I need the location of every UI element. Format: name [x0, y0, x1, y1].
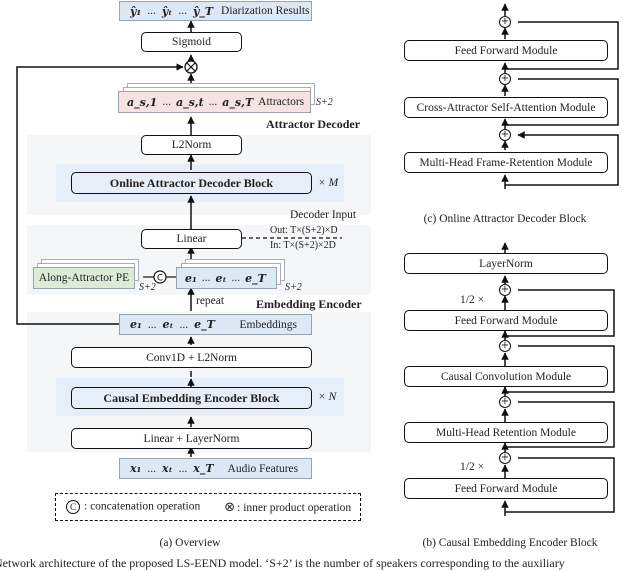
- ellipsis: ...: [147, 462, 157, 475]
- ellipsis: ...: [179, 318, 189, 331]
- encoder-block-label: Causal Embedding Encoder Block: [103, 390, 280, 405]
- concat-legend-label: : concatenation operation: [84, 500, 201, 513]
- half-scale-label-bottom: 1/2 ×: [460, 461, 485, 473]
- add-icon: +: [499, 340, 511, 352]
- decoder-block-caption: (c) Online Attractor Decoder Block: [423, 213, 587, 225]
- output-token-first: ŷ₁: [130, 4, 142, 18]
- attractor-token-first: a_s,1: [127, 95, 158, 109]
- l2norm-label: L2Norm: [171, 139, 212, 151]
- module-label: Multi-Head Retention Module: [436, 426, 576, 439]
- causal-convolution-module: Causal Convolution Module: [404, 366, 608, 387]
- inner-legend-label: : inner product operation: [237, 501, 352, 514]
- multi-head-retention-module: Multi-Head Retention Module: [404, 422, 608, 443]
- cross-attractor-self-attention-module: Cross-Attractor Self-Attention Module: [404, 97, 608, 118]
- add-icon: +: [499, 73, 511, 85]
- conv1d-l2norm-box: Conv1D + L2Norm: [71, 347, 312, 368]
- legend-concat: C : concatenation operation: [66, 500, 200, 514]
- audio-features-row: x₁ ... xₜ ... x_T Audio Features: [119, 458, 312, 479]
- attractor-token-last: a_s,T: [222, 95, 254, 109]
- embedding-token-t: eₜ: [215, 271, 227, 285]
- multi-head-frame-retention-module: Multi-Head Frame-Retention Module: [404, 152, 608, 173]
- embedding-token-first: e₁: [185, 271, 197, 285]
- attractors-stack-label: S+2: [316, 97, 333, 108]
- attractor-token-t: a_s,t: [175, 95, 204, 109]
- linear-in-shape: In: T×(S+2)×2D: [270, 240, 336, 251]
- linear-out-shape: Out: T×(S+2)×D: [270, 225, 338, 236]
- sigmoid-box: Sigmoid: [141, 32, 242, 52]
- repeated-embeddings-row: e₁ ... eₜ ... e_T: [176, 267, 277, 289]
- overview-caption: (a) Overview: [159, 537, 221, 549]
- operation-legend: C : concatenation operation ⊗: inner prod…: [55, 493, 361, 521]
- embedding-token-t: eₜ: [162, 318, 174, 331]
- conv-label: Conv1D + L2Norm: [146, 351, 237, 364]
- module-label: LayerNorm: [479, 257, 533, 270]
- ellipsis: ...: [147, 5, 156, 17]
- repeated-embeddings-stack-label: S+2: [285, 282, 302, 293]
- sigmoid-label: Sigmoid: [172, 36, 211, 48]
- audio-token-t: xₜ: [162, 462, 173, 475]
- module-label: Feed Forward Module: [454, 44, 558, 57]
- ellipsis: ...: [147, 318, 157, 331]
- attractors-row: a_s,1 ... a_s,t ... a_s,T Attractors: [118, 91, 311, 113]
- embedding-token-last: e_T: [194, 318, 215, 331]
- repeat-label: repeat: [196, 295, 225, 307]
- encoder-repeat-label: × N: [318, 391, 337, 403]
- decoder-block-label: Online Attractor Decoder Block: [109, 175, 274, 190]
- ellipsis: ...: [178, 5, 187, 17]
- ellipsis: ...: [208, 96, 218, 108]
- add-icon: +: [499, 284, 511, 296]
- pe-stack-label: S+2: [139, 282, 156, 293]
- audio-token-last: x_T: [193, 462, 214, 475]
- embeddings-label: Embeddings: [239, 318, 298, 331]
- decoder-input-title: Decoder Input: [290, 209, 357, 221]
- module-label: Multi-Head Frame-Retention Module: [419, 156, 593, 169]
- embeddings-row: e₁ ... eₜ ... e_T Embeddings: [119, 314, 312, 335]
- attractor-decoder-title: Attractor Decoder: [266, 117, 361, 131]
- module-label: Cross-Attractor Self-Attention Module: [416, 101, 596, 114]
- add-icon: +: [499, 16, 511, 28]
- embedding-token-last: e_T: [245, 271, 266, 285]
- diarization-results-label: Diarization Results: [221, 5, 310, 17]
- encoder-block-caption: (b) Causal Embedding Encoder Block: [422, 537, 598, 549]
- diarization-results-row: ŷ₁ ... ŷₜ ... ŷ_T Diarization Results: [119, 1, 312, 21]
- module-label: Feed Forward Module: [454, 314, 558, 327]
- linear-label: Linear: [176, 233, 207, 245]
- output-token-t: ŷₜ: [161, 4, 173, 18]
- output-token-last: ŷ_T: [192, 4, 214, 18]
- ellipsis: ...: [162, 96, 171, 108]
- attractors-label: Attractors: [258, 96, 305, 108]
- concat-icon: C: [66, 500, 80, 514]
- ellipsis: ...: [201, 272, 211, 284]
- inner-product-icon: ⊗: [224, 499, 236, 515]
- encoder-feed-forward-module-bottom: Feed Forward Module: [404, 478, 608, 499]
- linear-box: Linear: [141, 229, 242, 249]
- layernorm-module: LayerNorm: [404, 253, 608, 274]
- along-attractor-pe: Along-Attractor PE: [33, 267, 135, 289]
- ellipsis: ...: [231, 272, 241, 284]
- add-icon: +: [499, 129, 511, 141]
- ellipsis: ...: [178, 462, 188, 475]
- module-label: Causal Convolution Module: [440, 370, 572, 383]
- module-label: Feed Forward Module: [454, 482, 558, 495]
- audio-token-first: x₁: [130, 462, 142, 475]
- linear-layernorm-box: Linear + LayerNorm: [71, 428, 312, 449]
- add-icon: +: [499, 396, 511, 408]
- audio-features-label: Audio Features: [227, 462, 299, 475]
- decoder-feed-forward-module: Feed Forward Module: [404, 40, 608, 61]
- decoder-repeat-label: × M: [318, 177, 339, 189]
- online-attractor-decoder-block: Online Attractor Decoder Block: [71, 172, 312, 194]
- embedding-token-first: e₁: [130, 318, 142, 331]
- l2norm-box: L2Norm: [141, 135, 242, 155]
- embedding-encoder-title: Embedding Encoder: [256, 297, 362, 311]
- linear-layernorm-label: Linear + LayerNorm: [143, 432, 240, 445]
- add-icon: +: [499, 452, 511, 464]
- pe-label: Along-Attractor PE: [38, 272, 130, 284]
- legend-inner: ⊗: inner product operation: [224, 500, 351, 515]
- half-scale-label-top: 1/2 ×: [460, 294, 485, 306]
- svg-text:C: C: [157, 274, 163, 284]
- causal-embedding-encoder-block: Causal Embedding Encoder Block: [71, 387, 312, 409]
- encoder-feed-forward-module-top: Feed Forward Module: [404, 310, 608, 331]
